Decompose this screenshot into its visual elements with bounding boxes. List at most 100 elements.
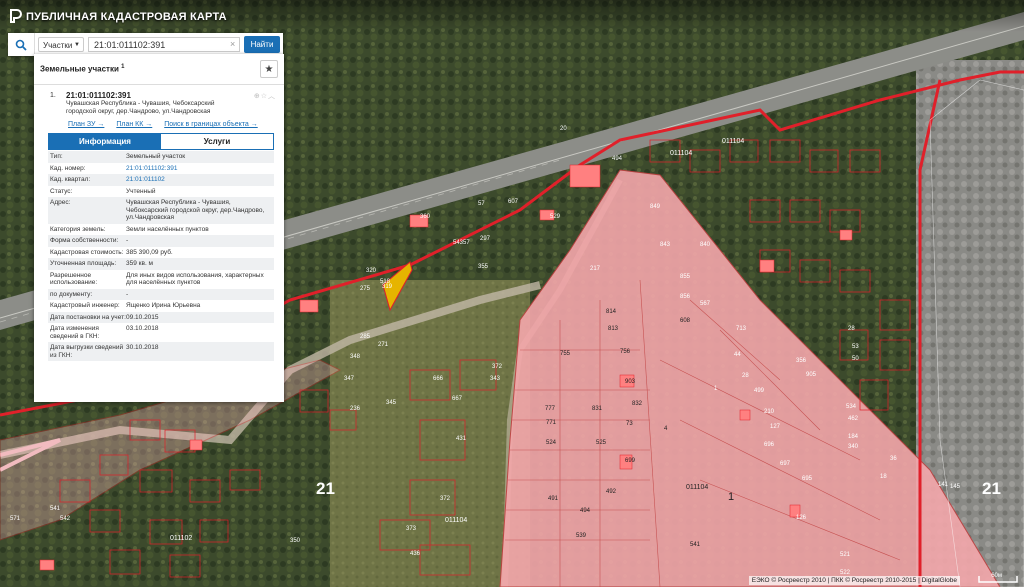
info-row: Форма собственности: - xyxy=(48,235,274,247)
plot-number: 855 xyxy=(680,274,691,280)
plot-number: 320 xyxy=(366,268,377,274)
search-toggle-button[interactable] xyxy=(8,33,35,56)
result-title[interactable]: 21:01:011102:391 xyxy=(66,91,131,100)
plot-number: 285 xyxy=(360,334,371,340)
info-row-value[interactable]: 21:01:011102 xyxy=(126,176,272,184)
plot-number: 431 xyxy=(456,436,467,442)
info-row-value: 385 390,09 руб. xyxy=(126,248,173,256)
plot-number: 236 xyxy=(350,406,361,412)
info-row-key: Форма собственности: xyxy=(50,237,119,244)
info-row: Кад. квартал: 21:01:011102 xyxy=(48,174,274,186)
result-actions[interactable]: ⊕☆︿ xyxy=(254,91,276,101)
plot-number: 541 xyxy=(690,542,701,548)
info-row-value: Ященко Ирина Юрьевна xyxy=(126,302,201,309)
search-type-label: Участки xyxy=(43,41,73,50)
plot-number: 756 xyxy=(620,349,631,355)
plot-number: 499 xyxy=(754,388,765,394)
quarter-label: 011104 xyxy=(686,484,708,491)
plot-number: 462 xyxy=(848,416,859,422)
star-outline-icon[interactable]: ☆ xyxy=(261,93,268,100)
divider xyxy=(34,84,284,85)
plot-number: 840 xyxy=(700,242,711,248)
plot-number: 524 xyxy=(546,440,557,446)
collapse-icon[interactable]: ︿ xyxy=(268,93,276,100)
plot-number: 491 xyxy=(548,496,559,502)
result-links: План ЗУ → План КК → Поиск в границах объ… xyxy=(68,121,268,128)
district-label: 21 xyxy=(316,479,335,498)
plot-number: 50 xyxy=(852,356,859,362)
plot-number: 297 xyxy=(480,236,491,242)
plot-number: 145 xyxy=(950,484,961,490)
plot-number: 695 xyxy=(802,476,813,482)
info-row-key: Разрешенное использование: xyxy=(50,271,98,287)
plot-number: 1 xyxy=(714,386,718,392)
search-input[interactable] xyxy=(88,37,240,52)
quarter-label: 011104 xyxy=(670,150,692,157)
search-icon xyxy=(15,39,27,51)
plot-number: 4 xyxy=(664,426,668,432)
info-row: Статус: Учтенный xyxy=(48,186,274,198)
search-type-select[interactable]: Участки ▼ xyxy=(38,37,84,52)
plot-number: 141 xyxy=(938,482,949,488)
plot-number: 347 xyxy=(344,376,355,382)
copyright: ЕЭКО © Росреестр 2010 | ПКК © Росреестр … xyxy=(748,576,960,585)
tab-info[interactable]: Информация xyxy=(49,134,161,149)
plot-number: 372 xyxy=(492,364,503,370)
zoom-icon[interactable]: ⊕ xyxy=(254,93,261,100)
plot-number: 373 xyxy=(406,526,417,532)
info-row-value[interactable]: 21:01:011102:391 xyxy=(126,165,272,173)
plot-number: 57 xyxy=(478,201,485,207)
plot-number: 36 xyxy=(890,456,897,462)
plot-number: 755 xyxy=(560,351,571,357)
info-row: Дата изменения сведений в ГКН: 03.10.2018 xyxy=(48,323,274,342)
plot-number: 356 xyxy=(796,358,807,364)
district-label: 21 xyxy=(982,479,1001,498)
plot-number: 771 xyxy=(546,420,557,426)
plot-number: 319 xyxy=(382,284,393,290)
plot-number: 713 xyxy=(736,326,747,332)
plot-number: 667 xyxy=(452,396,463,402)
info-row: Категория земель: Земли населённых пункто… xyxy=(48,224,274,236)
plot-number: 217 xyxy=(590,266,601,272)
info-row: Разрешенное использование: Для иных видов… xyxy=(48,270,274,289)
plot-number: 20 xyxy=(560,126,567,132)
search-bar: Участки ▼ × Найти xyxy=(8,33,283,56)
result-panel: Земельные участки 1 ★ 1. 21:01:011102:39… xyxy=(34,54,284,402)
plot-number: 699 xyxy=(625,458,636,464)
clear-search-icon[interactable]: × xyxy=(230,37,235,52)
plot-number: 856 xyxy=(680,294,691,300)
plot-number: 73 xyxy=(626,421,633,427)
plot-number: 666 xyxy=(433,376,444,382)
plot-number: 571 xyxy=(10,516,21,522)
plot-number: 697 xyxy=(780,461,791,467)
plot-number: 184 xyxy=(848,434,859,440)
find-button[interactable]: Найти xyxy=(244,36,280,53)
info-row-value: - xyxy=(126,290,129,298)
plot-number: 345 xyxy=(386,400,397,406)
result-index: 1. xyxy=(50,92,56,99)
result-count: 1 xyxy=(121,64,125,70)
info-row-key: Статус: xyxy=(50,187,73,195)
tab-services[interactable]: Услуги xyxy=(161,134,273,149)
plot-number: 696 xyxy=(764,442,775,448)
favorite-button[interactable]: ★ xyxy=(260,60,278,78)
info-row: Дата выгрузки сведений из ГКН: 30.10.2018 xyxy=(48,342,274,361)
plan-zu-link[interactable]: План ЗУ → xyxy=(68,121,104,128)
info-row-value: 30.10.2018 xyxy=(126,344,159,351)
info-row: Тип: Земельный участок xyxy=(48,151,274,163)
plot-number: 210 xyxy=(764,409,775,415)
info-row-key: Адрес: xyxy=(50,199,71,206)
info-row-key: по документу: xyxy=(50,290,93,298)
plot-number: 44 xyxy=(734,352,741,358)
plot-number: 843 xyxy=(660,242,671,248)
quarter-label: 011102 xyxy=(170,535,192,542)
info-row-key: Кадастровый инженер: xyxy=(50,302,120,309)
search-within-link[interactable]: Поиск в границах объекта → xyxy=(164,121,258,128)
info-row: Уточненная площадь: 359 кв. м xyxy=(48,258,274,270)
plot-number: 127 xyxy=(770,424,781,430)
info-row-value: - xyxy=(126,237,129,244)
app-title: ПУБЛИЧНАЯ КАДАСТРОВАЯ КАРТА xyxy=(26,11,227,23)
info-row-value: Земельный участок xyxy=(126,153,186,160)
plan-kk-link[interactable]: План КК → xyxy=(116,121,152,128)
info-row: Кадастровый инженер: Ященко Ирина Юрьевна xyxy=(48,300,274,312)
